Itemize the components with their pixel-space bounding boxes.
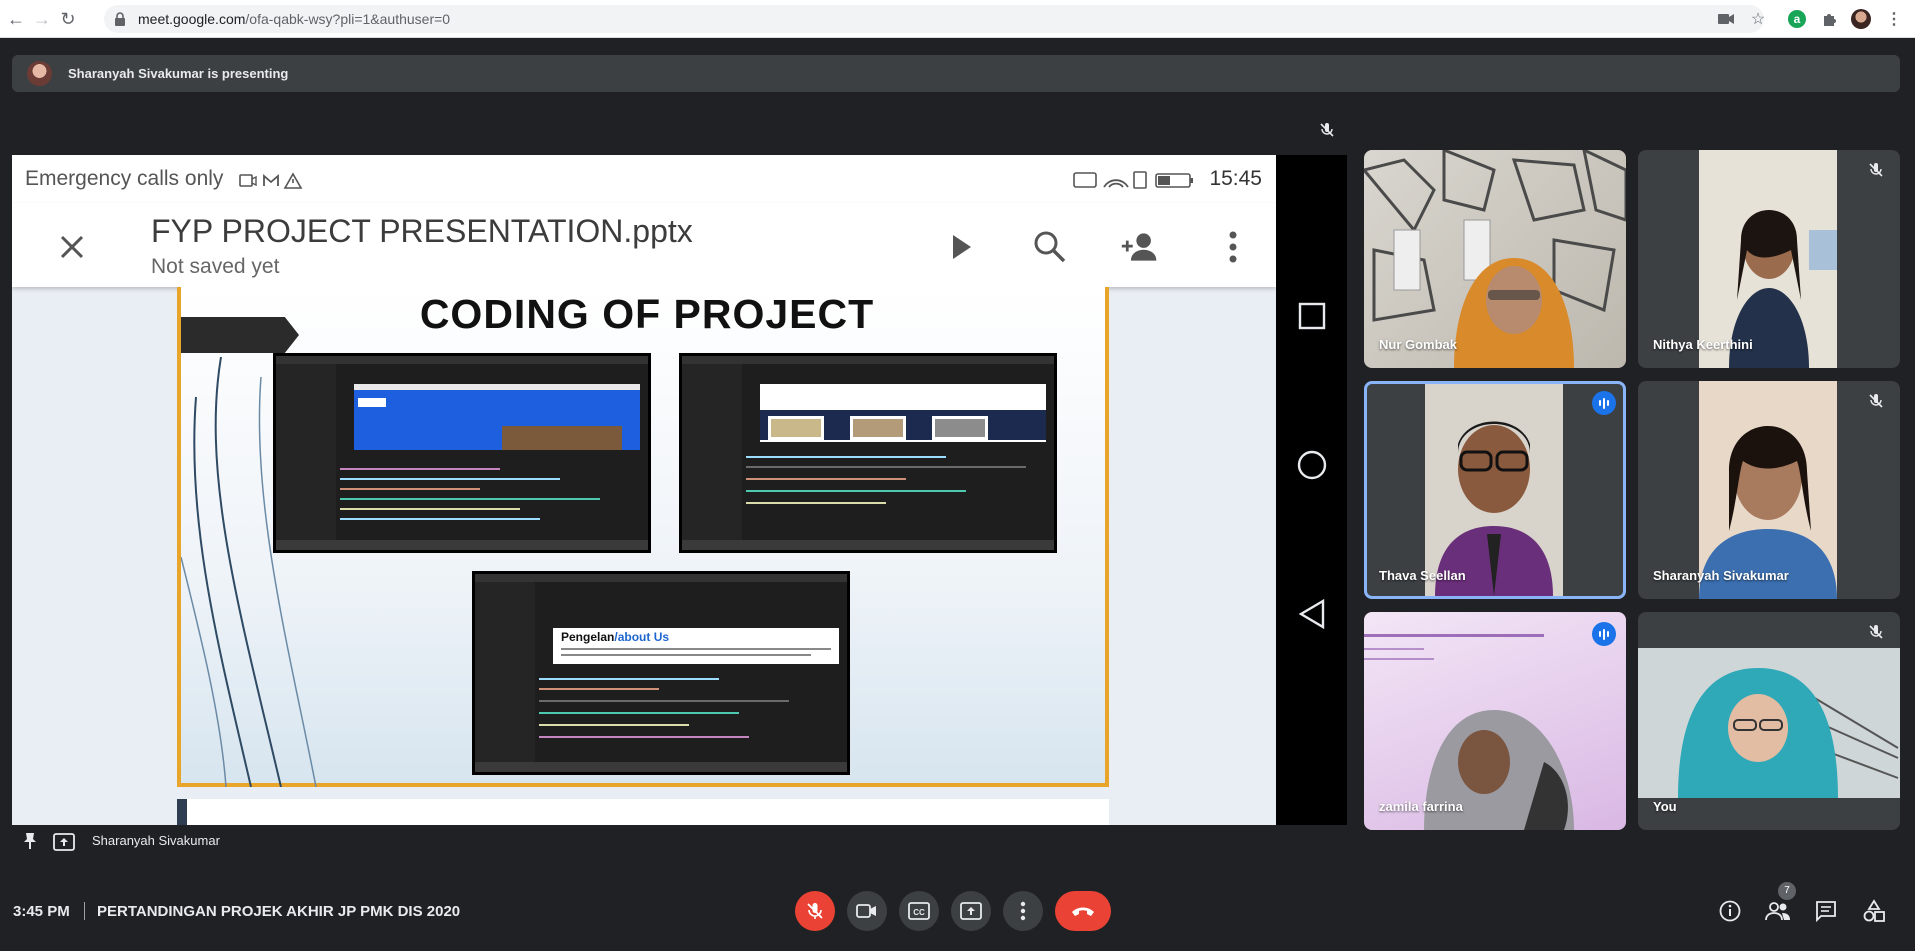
back-nav-icon[interactable] xyxy=(1294,596,1330,632)
browser-toolbar: ← → ↻ meet.google.com/ofa-qabk-wsy?pli=1… xyxy=(0,0,1915,38)
chat-button[interactable] xyxy=(1812,897,1840,925)
url-path: /ofa-qabk-wsy?pli=1&authuser=0 xyxy=(245,11,451,27)
shared-phone-screen: Emergency calls only 15:45 FYP PROJECT P… xyxy=(12,155,1276,825)
camera-blocked-icon[interactable] xyxy=(1716,9,1736,29)
add-person-icon[interactable] xyxy=(1120,227,1160,267)
browser-menu-icon[interactable]: ⋮ xyxy=(1884,9,1904,29)
recents-icon[interactable] xyxy=(1294,298,1330,334)
play-icon[interactable] xyxy=(942,227,982,267)
snippet-heading: Pengelan/about Us xyxy=(561,630,669,644)
info-icon xyxy=(1719,900,1741,922)
speaking-indicator-icon xyxy=(1592,622,1616,646)
close-icon[interactable] xyxy=(52,227,92,267)
status-icons-right xyxy=(1072,169,1202,196)
code-screenshot-3: Pengelan/about Us xyxy=(472,571,850,775)
meeting-control-bar: 3:45 PM PERTANDINGAN PROJEK AKHIR JP PMK… xyxy=(0,886,1915,936)
camera-icon xyxy=(856,904,876,918)
camera-toggle-button[interactable] xyxy=(847,891,887,931)
present-screen-icon xyxy=(960,902,982,920)
chat-icon xyxy=(1816,901,1836,922)
profile-avatar[interactable] xyxy=(1851,9,1871,29)
people-button[interactable] xyxy=(1764,897,1792,925)
participant-tile-5[interactable]: zamila farrina xyxy=(1364,612,1626,830)
next-slide-edge xyxy=(177,799,1109,825)
document-save-status: Not saved yet xyxy=(151,255,280,278)
status-icons-left xyxy=(238,171,308,196)
tile-1-video xyxy=(1364,150,1626,368)
participant-name: Nur Gombak xyxy=(1379,337,1458,352)
document-app-bar: FYP PROJECT PRESENTATION.pptx Not saved … xyxy=(12,203,1276,287)
people-icon xyxy=(1765,902,1790,921)
svg-text:CC: CC xyxy=(913,908,925,917)
code-screenshot-1 xyxy=(273,353,651,553)
mic-toggle-button[interactable] xyxy=(795,891,835,931)
mic-off-icon xyxy=(807,903,823,919)
participant-name: Thava Seellan xyxy=(1379,568,1466,583)
participant-name: Sharanyah Sivakumar xyxy=(1653,568,1789,583)
participant-name: Nithya Keerthini xyxy=(1653,337,1753,352)
tile-6-video xyxy=(1638,648,1900,798)
divider xyxy=(84,902,85,920)
document-title: FYP PROJECT PRESENTATION.pptx xyxy=(151,213,693,249)
hang-up-icon xyxy=(1072,907,1094,916)
activities-button[interactable] xyxy=(1860,897,1888,925)
slide-title: CODING OF PROJECT xyxy=(419,291,875,337)
reload-icon[interactable]: ↻ xyxy=(56,7,80,31)
participant-name: zamila farrina xyxy=(1379,799,1463,814)
people-count-badge: 7 xyxy=(1778,882,1796,900)
presenter-avatar xyxy=(27,61,52,86)
back-icon[interactable]: ← xyxy=(4,7,28,31)
presenting-text: Sharanyah Sivakumar is presenting xyxy=(68,66,289,81)
extensions-puzzle-icon[interactable] xyxy=(1820,9,1840,29)
slide-arrow-decoration xyxy=(181,317,299,353)
leave-call-button[interactable] xyxy=(1055,891,1111,931)
phone-nav-bar xyxy=(1276,155,1347,825)
phone-status-bar: Emergency calls only 15:45 xyxy=(12,155,1276,203)
meeting-clock: 3:45 PM xyxy=(13,903,70,920)
mic-off-icon xyxy=(1868,162,1888,182)
present-screen-icon xyxy=(53,833,75,851)
more-vert-icon[interactable] xyxy=(1213,227,1253,267)
mic-off-icon xyxy=(1868,624,1888,644)
participant-tile-2[interactable]: Nithya Keerthini xyxy=(1638,150,1900,368)
pin-icon[interactable] xyxy=(22,832,38,850)
url-text[interactable]: meet.google.com/ofa-qabk-wsy?pli=1&authu… xyxy=(138,11,450,27)
participant-name: You xyxy=(1653,799,1677,814)
participant-tile-3[interactable]: Thava Seellan xyxy=(1364,381,1626,599)
present-now-button[interactable] xyxy=(951,891,991,931)
tile-5-video xyxy=(1364,634,1574,830)
participant-tile-6[interactable]: You xyxy=(1638,612,1900,830)
bookmark-star-icon[interactable]: ☆ xyxy=(1748,9,1768,29)
snippet-heading-b: /about Us xyxy=(614,630,670,644)
tile-3-video xyxy=(1425,384,1563,596)
presenting-banner: Sharanyah Sivakumar is presenting xyxy=(12,55,1900,92)
participant-tile-1[interactable]: Nur Gombak xyxy=(1364,150,1626,368)
slide: CODING OF PROJECT Pengelan/about Us xyxy=(177,287,1109,787)
status-time: 15:45 xyxy=(1209,167,1262,190)
search-icon[interactable] xyxy=(1030,227,1070,267)
home-icon[interactable] xyxy=(1294,447,1330,483)
presentation-stage[interactable]: Emergency calls only 15:45 FYP PROJECT P… xyxy=(12,155,1347,825)
tile-2-video xyxy=(1699,150,1837,368)
meeting-title: PERTANDINGAN PROJEK AKHIR JP PMK DIS 202… xyxy=(97,903,461,920)
pinned-presenter-name: Sharanyah Sivakumar xyxy=(92,833,220,848)
captions-button[interactable]: CC xyxy=(899,891,939,931)
extension-a-icon[interactable]: a xyxy=(1787,9,1807,29)
snippet-heading-a: Pengelan xyxy=(561,630,615,644)
captions-icon: CC xyxy=(908,902,930,920)
more-vert-icon xyxy=(1020,901,1026,921)
speaking-indicator-icon xyxy=(1592,391,1616,415)
mic-off-icon xyxy=(1319,122,1335,138)
more-options-button[interactable] xyxy=(1003,891,1043,931)
url-host: meet.google.com xyxy=(138,11,246,27)
status-carrier-text: Emergency calls only xyxy=(25,167,224,190)
mic-off-icon xyxy=(1868,393,1888,413)
tile-4-video xyxy=(1699,381,1837,599)
participant-tile-4[interactable]: Sharanyah Sivakumar xyxy=(1638,381,1900,599)
meeting-details-button[interactable] xyxy=(1716,897,1744,925)
activities-icon xyxy=(1863,899,1885,922)
code-screenshot-2 xyxy=(679,353,1057,553)
lock-icon[interactable] xyxy=(110,9,130,29)
forward-icon[interactable]: → xyxy=(30,7,54,31)
